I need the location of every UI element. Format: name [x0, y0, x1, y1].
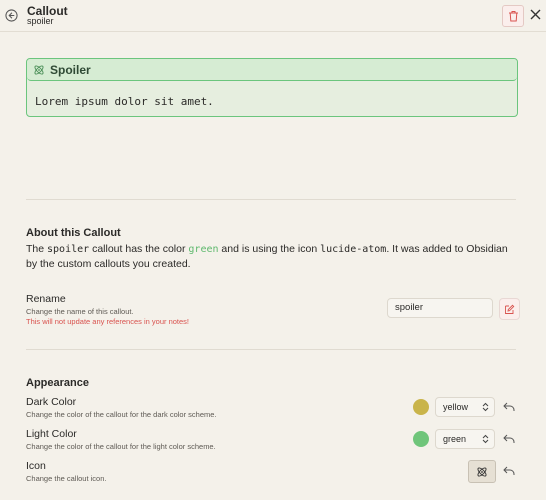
header-bar: Callout spoiler	[0, 0, 546, 32]
appearance-heading: Appearance	[26, 377, 89, 389]
icon-name-code: lucide-atom	[320, 244, 387, 255]
color-name-code: green	[188, 244, 219, 255]
icon-label: Icon	[26, 460, 46, 472]
reset-dark-color-icon[interactable]	[503, 402, 515, 412]
light-color-select-value: green	[443, 434, 467, 444]
icon-description: Change the callout icon.	[26, 474, 107, 483]
close-icon[interactable]	[530, 9, 541, 20]
edit-icon	[505, 304, 515, 314]
about-description: The spoiler callout has the color green …	[26, 242, 516, 271]
atom-icon	[34, 65, 44, 75]
callout-preview-body: Lorem ipsum dolor sit amet.	[35, 95, 214, 108]
atom-icon	[477, 466, 487, 477]
about-text-part: callout has the color	[89, 243, 189, 255]
delete-button[interactable]	[502, 5, 524, 27]
rename-description: Change the name of this callout.	[26, 307, 134, 316]
chevron-updown-icon	[482, 434, 489, 444]
callout-id-code: spoiler	[47, 244, 90, 255]
dark-color-swatch[interactable]	[413, 399, 429, 415]
light-color-swatch[interactable]	[413, 431, 429, 447]
chevron-updown-icon	[482, 402, 489, 412]
dark-color-label: Dark Color	[26, 396, 77, 408]
callout-preview: Spoiler Lorem ipsum dolor sit amet.	[26, 58, 518, 117]
about-text-part: The	[26, 243, 48, 255]
rename-confirm-button[interactable]	[499, 298, 520, 320]
about-heading: About this Callout	[26, 227, 121, 239]
trash-icon	[508, 11, 518, 22]
dark-color-description: Change the color of the callout for the …	[26, 410, 217, 419]
divider	[26, 349, 516, 350]
rename-label: Rename	[26, 293, 66, 305]
about-text-part: and is using the icon	[218, 243, 321, 255]
page-subtitle: spoiler	[27, 16, 54, 26]
reset-icon-icon[interactable]	[503, 466, 515, 476]
light-color-description: Change the color of the callout for the …	[26, 442, 216, 451]
rename-input[interactable]: spoiler	[387, 298, 493, 318]
divider	[26, 199, 516, 200]
light-color-label: Light Color	[26, 428, 77, 440]
callout-preview-header: Spoiler	[27, 59, 517, 81]
light-color-select[interactable]: green	[435, 429, 495, 449]
icon-picker-button[interactable]	[468, 460, 496, 483]
dark-color-select-value: yellow	[443, 402, 469, 412]
rename-warning: This will not update any references in y…	[26, 317, 190, 326]
callout-preview-title: Spoiler	[50, 63, 91, 77]
dark-color-select[interactable]: yellow	[435, 397, 495, 417]
reset-light-color-icon[interactable]	[503, 434, 515, 444]
back-arrow-icon[interactable]	[5, 9, 18, 22]
